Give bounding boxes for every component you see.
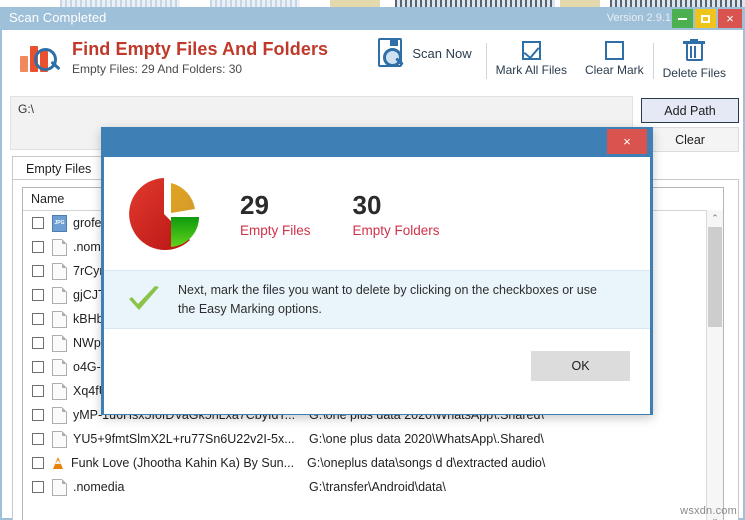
dialog-summary: 29 Empty Files 30 Empty Folders xyxy=(104,157,650,270)
minimize-button[interactable] xyxy=(672,9,693,28)
add-path-button[interactable]: Add Path xyxy=(641,98,739,123)
dialog-close-button[interactable]: × xyxy=(607,129,647,154)
green-checkmark-icon xyxy=(126,284,162,316)
row-checkbox[interactable] xyxy=(32,217,44,229)
close-button[interactable]: × xyxy=(718,9,742,28)
ok-button[interactable]: OK xyxy=(531,351,630,381)
trash-icon xyxy=(683,39,706,63)
brand: Find Empty Files And Folders Empty Files… xyxy=(18,38,328,78)
magnifier-icon xyxy=(34,48,57,71)
maximize-icon xyxy=(701,14,710,23)
desktop-artifact xyxy=(330,0,380,7)
generic-file-icon xyxy=(52,334,67,352)
logo-bar xyxy=(20,56,28,72)
row-checkbox[interactable] xyxy=(32,337,44,349)
row-checkbox[interactable] xyxy=(32,241,44,253)
dialog-footer: OK xyxy=(104,329,650,414)
mark-all-files-label: Mark All Files xyxy=(495,63,567,77)
row-checkbox[interactable] xyxy=(32,361,44,373)
generic-file-icon xyxy=(52,262,67,280)
empty-files-stat: 29 Empty Files xyxy=(240,190,311,238)
results-pie-chart xyxy=(128,176,204,252)
scrollbar-thumb[interactable] xyxy=(708,227,722,327)
tab-empty-files[interactable]: Empty Files xyxy=(12,156,106,180)
empty-folders-label: Empty Folders xyxy=(352,222,440,238)
dialog-message: Next, mark the files you want to delete … xyxy=(178,282,597,316)
pie-chart-svg xyxy=(129,177,200,250)
empty-files-label: Empty Files xyxy=(240,222,311,238)
table-row[interactable]: Funk Love (Jhootha Kahin Ka) By Sun... G:… xyxy=(23,451,723,475)
desktop-artifact xyxy=(560,0,600,7)
jpg-file-icon: JPG xyxy=(52,214,67,232)
generic-file-icon xyxy=(52,430,67,448)
dialog-message-bar: Next, mark the files you want to delete … xyxy=(104,270,650,329)
row-file-name: Funk Love (Jhootha Kahin Ka) By Sun... xyxy=(71,456,295,470)
row-checkbox[interactable] xyxy=(32,265,44,277)
row-checkbox[interactable] xyxy=(32,409,44,421)
empty-folders-count: 30 xyxy=(352,189,382,220)
delete-files-button[interactable]: Delete Files xyxy=(654,37,735,80)
desktop-background-strip xyxy=(0,0,745,7)
row-file-name: .nomedia xyxy=(73,480,125,494)
scan-now-button[interactable]: Scan Now xyxy=(367,37,485,69)
page-title: Find Empty Files And Folders xyxy=(72,39,329,59)
generic-file-icon xyxy=(52,310,67,328)
minimize-icon xyxy=(678,17,687,20)
brand-text: Find Empty Files And Folders Empty Files… xyxy=(72,38,328,78)
vlc-media-icon xyxy=(52,456,65,471)
row-checkbox[interactable] xyxy=(32,385,44,397)
version-label: Version 2.9.1 xyxy=(606,12,671,24)
row-checkbox[interactable] xyxy=(32,313,44,325)
generic-file-icon xyxy=(52,286,67,304)
table-row[interactable]: .nomedia G:\transfer\Android\data\ xyxy=(23,475,723,499)
generic-file-icon xyxy=(52,478,67,496)
row-file-path: G:\transfer\Android\data\ xyxy=(309,480,446,494)
delete-files-label: Delete Files xyxy=(662,66,726,80)
scan-summary: Empty Files: 29 And Folders: 30 xyxy=(72,62,243,76)
empty-box-icon xyxy=(604,41,624,60)
generic-file-icon xyxy=(52,406,67,424)
empty-files-count: 29 xyxy=(240,189,269,220)
close-icon: × xyxy=(726,11,734,26)
mark-all-files-button[interactable]: Mark All Files xyxy=(487,37,576,77)
table-row[interactable]: YU5+9fmtSlmX2L+ru77Sn6U22v2I-5x... G:\one… xyxy=(23,427,723,451)
vertical-scrollbar[interactable]: ⌃ ⌄ xyxy=(706,210,723,520)
scan-now-label: Scan Now xyxy=(412,45,472,61)
path-entry: G:\ xyxy=(18,102,35,116)
app-header: Find Empty Files And Folders Empty Files… xyxy=(2,30,743,96)
generic-file-icon xyxy=(52,238,67,256)
maximize-button[interactable] xyxy=(695,9,716,28)
empty-folders-stat: 30 Empty Folders xyxy=(353,190,440,238)
clear-mark-button[interactable]: Clear Mark xyxy=(576,37,653,77)
scroll-up-icon[interactable]: ⌃ xyxy=(707,210,723,226)
row-file-path: G:\one plus data 2020\WhatsApp\.Shared\ xyxy=(309,432,544,446)
toolbar: Scan Now Mark All Files Clear Mark Delet… xyxy=(367,37,735,89)
clear-mark-label: Clear Mark xyxy=(584,63,644,77)
row-checkbox[interactable] xyxy=(32,481,44,493)
row-checkbox[interactable] xyxy=(32,433,44,445)
generic-file-icon xyxy=(52,358,67,376)
generic-file-icon xyxy=(52,382,67,400)
desktop-artifact xyxy=(210,0,300,7)
window-title: Scan Completed xyxy=(9,10,107,25)
app-logo-icon xyxy=(18,38,64,78)
row-file-path: G:\oneplus data\songs d d\extracted audi… xyxy=(307,456,546,470)
scan-result-dialog: × 29 Empty Files 30 Empty Folders Next, … xyxy=(101,127,653,415)
desktop-artifact xyxy=(395,0,555,7)
scan-document-icon xyxy=(376,37,406,69)
row-checkbox[interactable] xyxy=(32,457,44,469)
row-file-name: YU5+9fmtSlmX2L+ru77Sn6U22v2I-5x... xyxy=(73,432,295,446)
row-checkbox[interactable] xyxy=(32,289,44,301)
window-titlebar: Scan Completed Version 2.9.1 × xyxy=(0,7,745,30)
dialog-titlebar: × xyxy=(104,129,650,157)
application-window: Scan Completed Version 2.9.1 × Find Empt… xyxy=(0,0,745,520)
desktop-artifact xyxy=(60,0,180,7)
clear-button[interactable]: Clear xyxy=(641,127,739,152)
checked-box-icon xyxy=(521,41,541,60)
desktop-artifact xyxy=(610,0,745,7)
watermark: wsxdn.com xyxy=(680,505,737,517)
